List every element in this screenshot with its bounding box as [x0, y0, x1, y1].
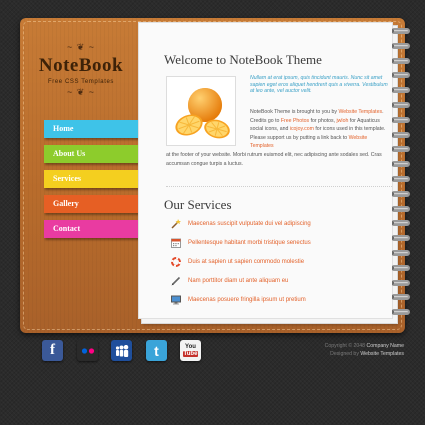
binder-ring — [392, 87, 410, 94]
copyright-line: Copyright © 2048 Company Name — [325, 342, 404, 350]
twitter-icon[interactable]: t — [146, 340, 167, 361]
nav-home-label: Home — [53, 124, 74, 133]
binder-ring — [392, 264, 410, 271]
service-label: Duis at sapien ut sapien commodo molesti… — [188, 259, 305, 265]
company-name-link[interactable]: Company Name — [367, 343, 404, 349]
monitor-icon — [170, 295, 181, 306]
binder-ring — [392, 176, 410, 182]
binder-ring — [392, 28, 410, 34]
welcome-heading: Welcome to NoteBook Theme — [164, 52, 322, 67]
logo[interactable]: ~ ❦ ~ NoteBook Free CSS Templates ~ ❦ ~ — [20, 43, 142, 97]
nav-about-us[interactable]: About Us — [44, 145, 144, 163]
link-website-templates[interactable]: Website Templates — [338, 109, 382, 115]
pen-icon — [170, 276, 181, 287]
binder-ring — [392, 205, 410, 212]
ornament-bottom-icon: ~ ❦ ~ — [66, 87, 96, 97]
binder-ring — [392, 235, 410, 242]
binder-ring — [392, 146, 410, 153]
nav-contact-label: Contact — [53, 224, 81, 233]
nav-services[interactable]: Services — [44, 170, 144, 188]
facebook-icon[interactable]: f — [42, 340, 63, 361]
binder-ring — [392, 309, 410, 316]
binder-ring — [392, 161, 410, 168]
binder-ring — [392, 57, 410, 64]
binder-ring — [392, 279, 410, 286]
nav-contact[interactable]: Contact — [44, 220, 144, 238]
designer-link[interactable]: Website Templates — [360, 351, 404, 357]
nav-services-label: Services — [53, 174, 81, 183]
binder-ring — [392, 116, 410, 123]
text: for photos, — [309, 117, 337, 124]
description-text-2: at the footer of your website. Morbi rut… — [166, 152, 382, 167]
service-item[interactable]: Pellentesque habitant morbi tristique se… — [170, 237, 380, 249]
notebook-page: Welcome to NoteBook Theme Nullam at erat… — [138, 22, 397, 323]
service-item[interactable]: Duis at sapien ut sapien commodo molesti… — [170, 256, 380, 268]
service-label: Maecenas suscipit vulputate dui vel adip… — [188, 221, 311, 227]
nav-gallery[interactable]: Gallery — [44, 195, 144, 213]
ornament-top-icon: ~ ❦ ~ — [66, 42, 96, 52]
services-heading: Our Services — [164, 197, 232, 212]
service-label: Pellentesque habitant morbi tristique se… — [188, 240, 311, 246]
link-jwloh[interactable]: jwloh — [337, 118, 349, 124]
spiral-binding — [392, 28, 412, 318]
youtube-icon[interactable]: You Tube — [180, 340, 201, 361]
binder-ring — [392, 220, 410, 227]
description-text-1: NoteBook Theme is brought to you by Webs… — [250, 108, 392, 151]
binder-ring — [392, 250, 410, 256]
nav-gallery-label: Gallery — [53, 199, 79, 208]
myspace-icon[interactable] — [111, 340, 132, 361]
text: NoteBook Theme is brought to you by — [250, 109, 339, 115]
divider — [166, 186, 392, 187]
binder-ring — [392, 131, 410, 138]
service-label: Maecenas posuere fringilla ipsum ut pret… — [188, 297, 306, 303]
service-item[interactable]: Maecenas suscipit vulputate dui vel adip… — [170, 218, 380, 230]
magic-wand-icon — [170, 219, 181, 230]
copyright-text: Copyright © 2048 — [324, 343, 367, 349]
logo-subtitle: Free CSS Templates — [47, 79, 115, 85]
link-free-photos[interactable]: Free Photos — [281, 118, 309, 124]
oranges-photo — [166, 76, 236, 146]
flickr-icon[interactable] — [77, 340, 98, 361]
service-item[interactable]: Maecenas posuere fringilla ipsum ut pret… — [170, 294, 380, 306]
designed-by-text: Designed by — [330, 351, 361, 357]
service-item[interactable]: Nam porttitor diam ut ante aliquam eu — [170, 275, 380, 287]
service-label: Nam porttitor diam ut ante aliquam eu — [188, 278, 289, 284]
calendar-icon — [170, 238, 181, 249]
footer: Copyright © 2048 Company Name Designed b… — [325, 342, 404, 358]
binder-ring — [392, 190, 410, 197]
nav-home[interactable]: Home — [44, 120, 144, 138]
binder-ring — [392, 42, 410, 49]
logo-title: NoteBook — [38, 55, 124, 76]
nav-about-label: About Us — [53, 149, 86, 158]
link-icojoy[interactable]: icojoy.com — [290, 126, 314, 132]
intro-text: Nullam at erat ipsum, quis tincidunt mau… — [250, 75, 388, 95]
lifebuoy-icon — [170, 257, 181, 268]
binder-ring — [392, 294, 410, 301]
binder-ring — [392, 102, 410, 108]
binder-ring — [392, 72, 410, 79]
designer-line: Designed by Website Templates — [325, 350, 404, 358]
